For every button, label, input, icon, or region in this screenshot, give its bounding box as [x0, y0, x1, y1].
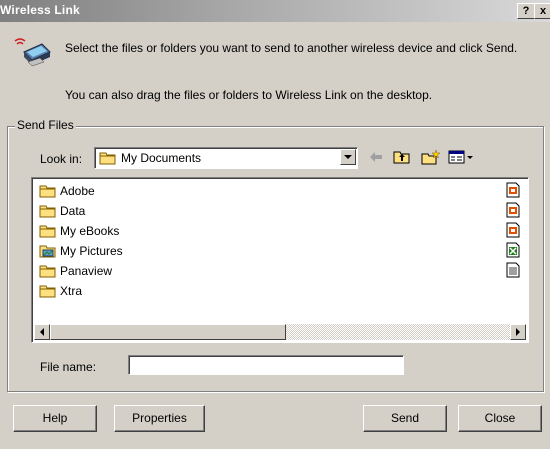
folder-icon [39, 205, 56, 218]
list-item-label: My eBooks [60, 224, 120, 238]
list-item-data[interactable]: Data [39, 202, 85, 220]
title-bar: Wireless Link ? x [0, 0, 550, 22]
folder-icon [39, 285, 56, 298]
wireless-link-dialog: Wireless Link ? x Select the files or fo… [0, 0, 550, 449]
horizontal-scrollbar[interactable] [34, 324, 526, 340]
new-folder-icon[interactable] [421, 149, 441, 165]
file-name-input[interactable] [128, 355, 404, 375]
view-menu-icon[interactable] [448, 149, 474, 165]
help-title-button[interactable]: ? [517, 3, 535, 19]
list-item-xtra[interactable]: Xtra [39, 282, 82, 300]
folder-icon [39, 225, 56, 238]
look-in-value: My Documents [121, 151, 202, 165]
close-title-button[interactable]: x [534, 3, 550, 19]
list-item-label: Data [60, 204, 86, 218]
arrow-left-icon [40, 328, 44, 336]
list-item-my-pictures[interactable]: My Pictures [39, 242, 123, 260]
list-item-my-ebooks[interactable]: My eBooks [39, 222, 119, 240]
scroll-right-button[interactable] [510, 324, 526, 340]
folder-icon [39, 265, 56, 278]
wireless-device-icon [14, 38, 51, 67]
look-in-dropdown[interactable]: My Documents [94, 147, 358, 169]
close-button[interactable]: Close [458, 405, 542, 432]
list-item-label: My Pictures [60, 244, 123, 258]
window-title: Wireless Link [0, 3, 80, 17]
send-files-group-label: Send Files [15, 118, 76, 132]
folder-icon [99, 152, 116, 165]
send-button[interactable]: Send [363, 405, 447, 432]
file-list[interactable]: Adobe Data My eBooks My Pictures Panavie… [31, 177, 529, 343]
scrollbar-track[interactable] [286, 324, 510, 340]
properties-button[interactable]: Properties [114, 405, 205, 432]
intro-text-send: Select the files or folders you want to … [65, 41, 518, 55]
back-arrow-icon[interactable] [368, 149, 384, 165]
folder-icon [39, 185, 56, 198]
scroll-left-button[interactable] [34, 324, 50, 340]
powerpoint-file-icon[interactable] [506, 202, 520, 218]
list-item-adobe[interactable]: Adobe [39, 182, 95, 200]
excel-file-icon[interactable] [506, 242, 520, 258]
chevron-down-icon[interactable] [340, 149, 356, 165]
intro-text-drag: You can also drag the files or folders t… [65, 88, 433, 102]
file-name-label: File name: [40, 360, 97, 374]
help-button[interactable]: Help [13, 405, 97, 432]
pictures-folder-icon [39, 245, 56, 258]
list-item-panaview[interactable]: Panaview [39, 262, 112, 280]
powerpoint-file-icon[interactable] [506, 182, 520, 198]
scrollbar-thumb[interactable] [50, 324, 286, 340]
list-item-label: Xtra [60, 284, 83, 298]
list-item-label: Panaview [60, 264, 113, 278]
look-in-label: Look in: [40, 152, 83, 166]
up-one-level-icon[interactable] [393, 149, 411, 165]
text-file-icon[interactable] [506, 262, 520, 278]
powerpoint-file-icon[interactable] [506, 222, 520, 238]
list-item-label: Adobe [60, 184, 95, 198]
arrow-right-icon [516, 328, 520, 336]
